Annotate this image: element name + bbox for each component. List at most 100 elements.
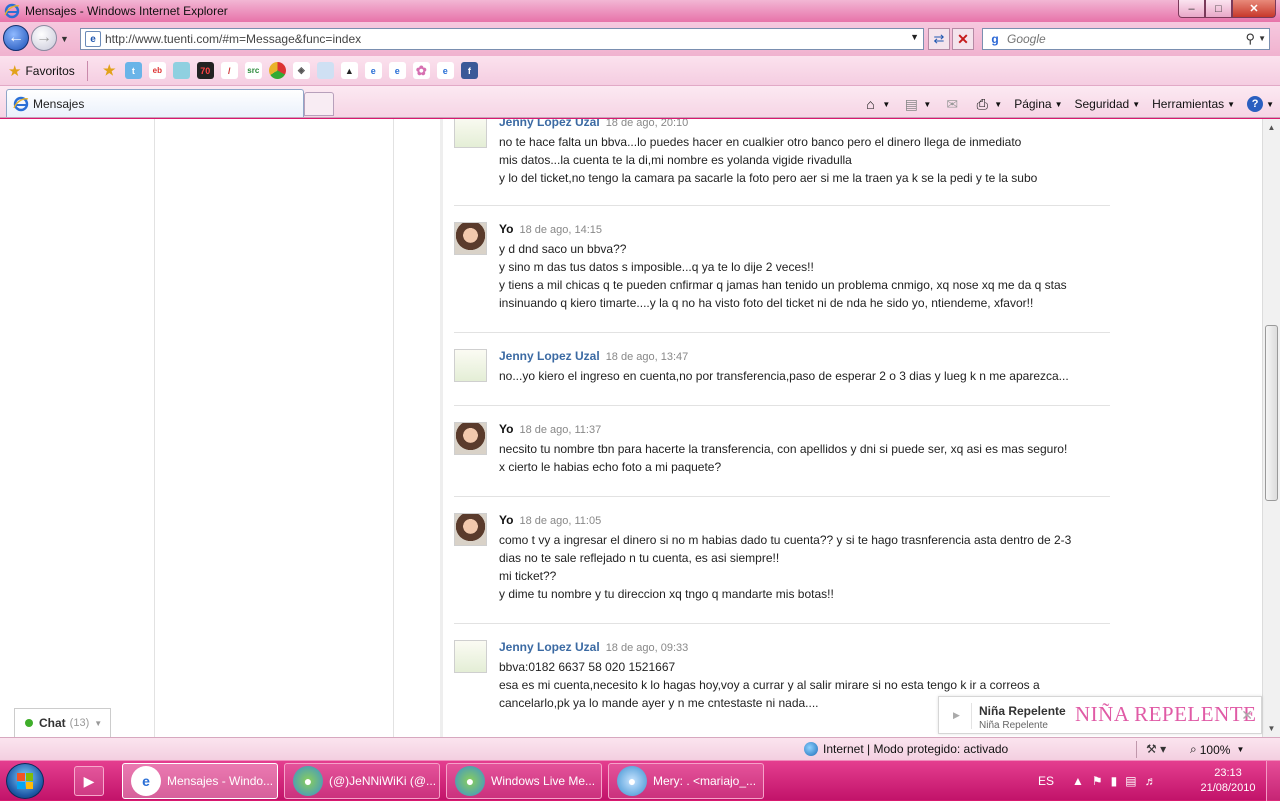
avatar[interactable] bbox=[454, 640, 487, 673]
window-title: Mensajes - Windows Internet Explorer bbox=[25, 4, 228, 18]
message-line: como t vy a ingresar el dinero si no m h… bbox=[499, 533, 1072, 547]
url-text[interactable]: http://www.tuenti.com/#m=Message&func=in… bbox=[105, 32, 361, 46]
message-author[interactable]: Yo bbox=[499, 513, 513, 527]
src-icon[interactable]: src bbox=[244, 62, 262, 79]
flower-icon[interactable]: ✿ bbox=[412, 62, 430, 79]
address-input[interactable]: e http://www.tuenti.com/#m=Message&func=… bbox=[80, 28, 924, 50]
help-button[interactable]: ? ▼ bbox=[1247, 96, 1274, 112]
avatar[interactable] bbox=[454, 119, 487, 148]
forward-button[interactable]: → bbox=[31, 25, 57, 51]
sheep-icon[interactable]: ◈ bbox=[292, 62, 310, 79]
url-dropdown-icon[interactable]: ▼ bbox=[910, 32, 919, 42]
avatar[interactable] bbox=[454, 513, 487, 546]
hat-icon[interactable]: ▲ bbox=[340, 62, 358, 79]
language-indicator[interactable]: ES bbox=[1038, 774, 1054, 788]
printer-icon: ⎙ bbox=[976, 95, 988, 112]
facebook-icon[interactable]: f bbox=[460, 62, 478, 79]
action-center-icon[interactable]: ⚑ bbox=[1092, 774, 1103, 788]
back-button[interactable]: ← bbox=[3, 25, 29, 51]
page-menu[interactable]: Página ▼ bbox=[1014, 97, 1062, 111]
new-tab-button[interactable] bbox=[304, 92, 334, 116]
mail-icon: ✉ bbox=[946, 95, 959, 112]
close-icon[interactable]: ✕ bbox=[1241, 707, 1253, 724]
message-body: no...yo kiero el ingreso en cuenta,no po… bbox=[499, 367, 1099, 385]
rss-icon: ▤ bbox=[904, 95, 918, 112]
ie-icon[interactable]: e bbox=[388, 62, 406, 79]
message-line: bbva:0182 6637 58 020 1521667 bbox=[499, 660, 676, 674]
chevron-down-icon: ▼ bbox=[1132, 99, 1141, 109]
message-line: dias no te sale reflejado n tu cuenta, e… bbox=[499, 551, 780, 565]
show-hidden-icons-icon[interactable]: ▲ bbox=[1072, 774, 1084, 788]
seventy-icon[interactable]: 70 bbox=[196, 62, 214, 79]
history-dropdown-icon[interactable]: ▼ bbox=[60, 34, 69, 44]
taskbar-button-ie[interactable]: e Mensajes - Windo... bbox=[122, 763, 278, 799]
scroll-up-icon[interactable]: ▲ bbox=[1263, 119, 1280, 136]
tab-label: Mensajes bbox=[33, 96, 85, 111]
chrome-icon[interactable] bbox=[268, 62, 286, 79]
favorites-button[interactable]: ★ Favoritos bbox=[8, 62, 75, 80]
avatar[interactable] bbox=[454, 422, 487, 455]
search-icon[interactable]: ⚲ bbox=[1245, 31, 1255, 47]
message-author[interactable]: Yo bbox=[499, 422, 513, 436]
taskbar-button-messenger-1[interactable]: ● (@)JeNNiWiKi (@... bbox=[284, 763, 440, 799]
minimize-button[interactable]: – bbox=[1178, 0, 1205, 18]
ebay-icon[interactable]: eb bbox=[148, 62, 166, 79]
message-header: Yo 18 de ago, 14:15 bbox=[499, 222, 602, 236]
message-author[interactable]: Jenny Lopez Uzal bbox=[499, 640, 600, 654]
print-button[interactable]: ⎙ ▼ bbox=[973, 95, 1003, 113]
chat-button[interactable]: Chat (13) ▼ bbox=[14, 708, 111, 737]
zoom-control[interactable]: ⌕ 100% ▼ bbox=[1190, 742, 1244, 757]
add-favorite-icon[interactable]: ★ bbox=[101, 62, 118, 79]
message-item: Yo 18 de ago, 11:37 necsito tu nombre tbn… bbox=[454, 422, 1110, 497]
security-zone[interactable]: Internet | Modo protegido: activado bbox=[804, 742, 1008, 756]
stop-button[interactable]: ✕ bbox=[952, 28, 974, 50]
twitter-icon[interactable]: t bbox=[124, 62, 142, 79]
music-notification[interactable]: ▶ Niña Repelente Niña Repelente NIÑA REP… bbox=[938, 696, 1262, 734]
window-icon[interactable] bbox=[316, 62, 334, 79]
taskbar-button-messenger-2[interactable]: ● Windows Live Me... bbox=[446, 763, 602, 799]
status-separator bbox=[1136, 741, 1137, 758]
close-button[interactable]: ✕ bbox=[1232, 0, 1276, 18]
scroll-down-icon[interactable]: ▼ bbox=[1263, 720, 1280, 737]
message-line: y d dnd saco un bbva?? bbox=[499, 242, 627, 256]
search-box[interactable]: g ⚲ ▼ bbox=[982, 28, 1270, 50]
windows-logo-icon bbox=[17, 773, 33, 789]
tab-mensajes[interactable]: Mensajes bbox=[6, 89, 304, 117]
tools-menu[interactable]: Herramientas ▼ bbox=[1152, 97, 1235, 111]
media-player-button[interactable]: ▶ bbox=[74, 766, 104, 796]
protected-mode-icon[interactable]: ⚒ ▾ bbox=[1146, 742, 1166, 756]
message-line: esa es mi cuenta,necesito k lo hagas hoy… bbox=[499, 678, 1040, 692]
clock[interactable]: 23:13 21/08/2010 bbox=[1200, 766, 1256, 796]
security-menu-label: Seguridad bbox=[1074, 97, 1130, 111]
mail-button[interactable]: ✉ bbox=[943, 95, 961, 113]
refresh-button[interactable]: ⇄ bbox=[928, 28, 950, 50]
message-author[interactable]: Jenny Lopez Uzal bbox=[499, 119, 600, 129]
taskbar-button-label: Windows Live Me... bbox=[491, 774, 596, 788]
show-desktop-button[interactable] bbox=[1266, 761, 1280, 801]
taskbar-button-chat-mery[interactable]: ● Mery: . <mariajo_... bbox=[608, 763, 764, 799]
back-arrow-icon: ← bbox=[8, 29, 24, 46]
search-input[interactable] bbox=[1007, 32, 1227, 46]
power-icon[interactable]: ▮ bbox=[1111, 774, 1118, 788]
security-menu[interactable]: Seguridad ▼ bbox=[1074, 97, 1140, 111]
message-body: no te hace falta un bbva...lo puedes hac… bbox=[499, 133, 1099, 187]
scroll-thumb[interactable] bbox=[1265, 325, 1278, 501]
avatar[interactable] bbox=[454, 349, 487, 382]
message-author[interactable]: Yo bbox=[499, 222, 513, 236]
ie-icon[interactable]: e bbox=[436, 62, 454, 79]
stripe-icon[interactable]: / bbox=[220, 62, 238, 79]
avatar[interactable] bbox=[454, 222, 487, 255]
monitor-icon[interactable] bbox=[172, 62, 190, 79]
maximize-button[interactable]: □ bbox=[1205, 0, 1232, 18]
middle-column bbox=[155, 119, 394, 737]
message-author[interactable]: Jenny Lopez Uzal bbox=[499, 349, 600, 363]
vertical-scrollbar[interactable]: ▲ ▼ bbox=[1262, 119, 1280, 737]
network-icon[interactable]: ▤ bbox=[1125, 774, 1136, 788]
search-dropdown-icon[interactable]: ▼ bbox=[1258, 34, 1266, 43]
play-icon[interactable]: ▶ bbox=[953, 710, 960, 721]
home-button[interactable]: ⌂ ▼ bbox=[861, 95, 890, 113]
feeds-button[interactable]: ▤ ▼ bbox=[902, 95, 932, 113]
volume-icon[interactable]: ♬ bbox=[1145, 774, 1157, 788]
ie-icon[interactable]: e bbox=[364, 62, 382, 79]
start-button[interactable] bbox=[6, 763, 44, 799]
